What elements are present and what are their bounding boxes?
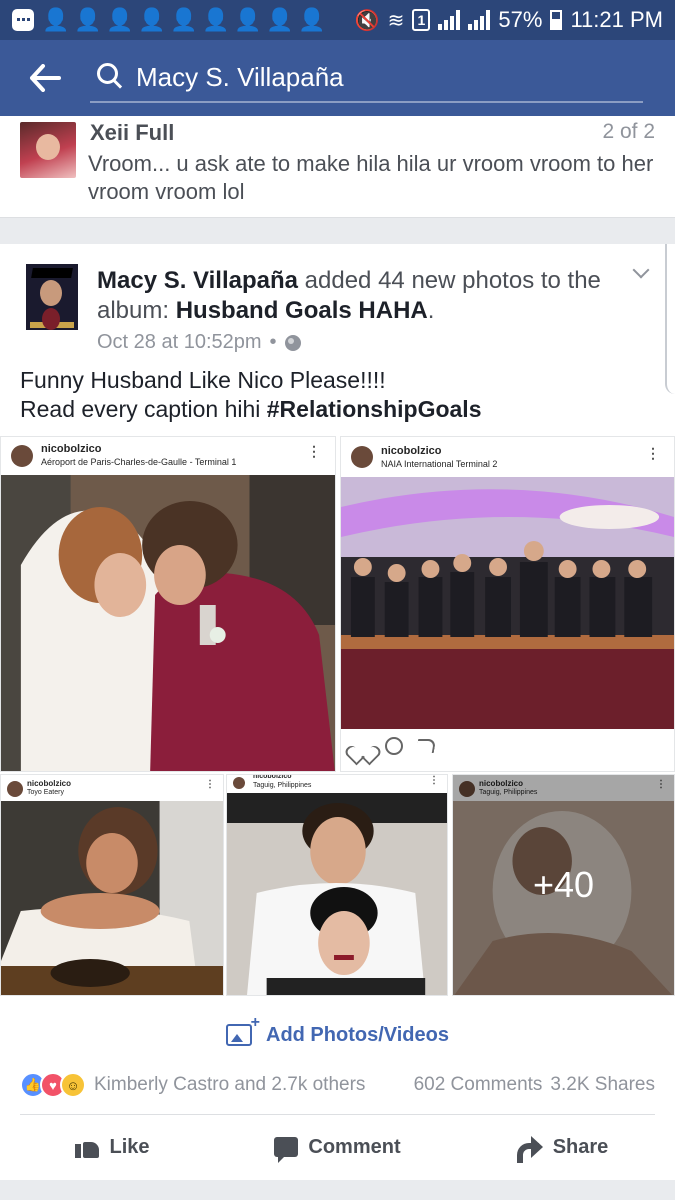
- friend-request-icon: 👤: [266, 7, 294, 32]
- add-photo-icon: [226, 1014, 260, 1046]
- avatar: [351, 446, 373, 468]
- share-button[interactable]: Share: [450, 1135, 675, 1163]
- divider: [20, 1114, 655, 1115]
- photo-username: nicobolzico: [27, 779, 71, 788]
- photo-tile[interactable]: nicobolzico Taguig, Philippines ⋮: [226, 774, 448, 996]
- friend-request-icon: 👤: [234, 7, 262, 32]
- reaction-icons[interactable]: 👍 ♥ ☺: [20, 1072, 86, 1098]
- add-photos-button[interactable]: Add Photos/Videos: [0, 1014, 675, 1050]
- hashtag-link[interactable]: #RelationshipGoals: [267, 396, 482, 422]
- photo-location: Aéroport de Paris-Charles-de-Gaulle - Te…: [41, 457, 237, 467]
- comment-label: Comment: [308, 1135, 401, 1158]
- more-options-icon: ⋮: [429, 775, 439, 786]
- reactions-summary[interactable]: Kimberly Castro and 2.7k others: [94, 1074, 365, 1096]
- avatar: [11, 445, 33, 467]
- post-timestamp[interactable]: Oct 28 at 10:52pm: [97, 331, 262, 354]
- friend-request-icon: 👤: [74, 7, 102, 32]
- globe-icon: [284, 334, 301, 351]
- signal-icon: [468, 10, 491, 30]
- more-options-icon: ⋮: [205, 779, 215, 790]
- post-action-bar: Like Comment Share: [0, 1124, 675, 1170]
- search-bar[interactable]: Macy S. Villapaña: [90, 53, 643, 103]
- back-arrow-icon: [30, 64, 61, 92]
- avatar[interactable]: [26, 264, 78, 330]
- photo-location: Taguig, Philippines: [253, 782, 312, 789]
- more-photos-overlay[interactable]: +40: [453, 775, 674, 995]
- friend-request-icon: 👤: [202, 7, 230, 32]
- battery-percent: 57%: [498, 7, 543, 32]
- search-input[interactable]: Macy S. Villapaña: [136, 62, 344, 93]
- photo-image: [1, 475, 335, 771]
- comment-preview[interactable]: Xeii Full 2 of 2 Vroom... u ask ate to m…: [0, 116, 675, 218]
- post-card: Macy S. Villapaña added 44 new photos to…: [0, 244, 675, 1180]
- separator: •: [269, 331, 277, 353]
- photo-image: [341, 477, 674, 729]
- back-button[interactable]: [0, 40, 90, 116]
- caption-line-1: Funny Husband Like Nico Please!!!!: [20, 367, 386, 393]
- thumbs-up-icon: [75, 1136, 100, 1158]
- heart-icon: [353, 738, 371, 754]
- messenger-notification-icon: [12, 9, 34, 31]
- comment-text: Vroom... u ask ate to make hila hila ur …: [88, 151, 654, 204]
- share-arrow-icon: [516, 1136, 543, 1163]
- reactions-row: 👍 ♥ ☺ Kimberly Castro and 2.7k others 60…: [20, 1070, 655, 1100]
- more-options-icon: ⋮: [307, 443, 321, 459]
- post-meta: Oct 28 at 10:52pm •: [97, 331, 301, 354]
- photo-location: Toyo Eatery: [27, 789, 64, 796]
- shares-count[interactable]: 3.2K Shares: [550, 1074, 655, 1096]
- friend-request-icon: 👤: [170, 7, 198, 32]
- friend-request-icon: 👤: [106, 7, 134, 32]
- friend-request-icon: 👤: [42, 7, 70, 32]
- status-bar: 👤 👤 👤 👤 👤 👤 👤 👤 👤 🔇 ≋ 1 57% 11:21 PM: [0, 0, 675, 40]
- chevron-down-icon[interactable]: [632, 264, 652, 284]
- signal-icon: [438, 10, 461, 30]
- caption-line-2: Read every caption hihi: [20, 396, 267, 422]
- photo-tile[interactable]: nicobolzico Taguig, Philippines ⋮ +40: [452, 774, 675, 996]
- haha-reaction-icon: ☺: [60, 1072, 86, 1098]
- photo-location: NAIA International Terminal 2: [381, 459, 498, 469]
- comment-icon: [385, 737, 403, 755]
- photo-username: nicobolzico: [253, 774, 292, 780]
- avatar[interactable]: [20, 122, 76, 178]
- battery-icon: [550, 10, 563, 30]
- like-label: Like: [109, 1135, 150, 1158]
- post-caption: Funny Husband Like Nico Please!!!! Read …: [20, 366, 481, 424]
- friend-request-icon: 👤: [298, 7, 326, 32]
- photo-image: [227, 793, 447, 995]
- clock: 11:21 PM: [570, 7, 663, 32]
- share-icon: [415, 739, 437, 753]
- instagram-actions: [353, 737, 437, 755]
- mute-icon: 🔇: [354, 9, 380, 32]
- photo-username: nicobolzico: [381, 445, 442, 457]
- more-options-icon: ⋮: [646, 445, 660, 461]
- photo-username: nicobolzico: [41, 443, 102, 455]
- comment-bubble-icon: [274, 1137, 299, 1163]
- photo-image: [1, 801, 223, 995]
- notification-icons: 👤 👤 👤 👤 👤 👤 👤 👤 👤: [12, 7, 326, 32]
- post-author[interactable]: Macy S. Villapaña: [97, 267, 298, 294]
- period: .: [427, 297, 435, 324]
- album-link[interactable]: Husband Goals HAHA: [176, 297, 428, 324]
- sim-icon: 1: [412, 9, 431, 31]
- friend-request-icon: 👤: [138, 7, 166, 32]
- photo-tile[interactable]: nicobolzico Aéroport de Paris-Charles-de…: [0, 436, 336, 772]
- search-header: Macy S. Villapaña: [0, 40, 675, 116]
- share-label: Share: [552, 1135, 609, 1158]
- search-icon: [94, 60, 128, 94]
- photo-tile[interactable]: nicobolzico Toyo Eatery ⋮: [0, 774, 224, 996]
- comment-button[interactable]: Comment: [225, 1135, 450, 1163]
- wifi-icon: ≋: [387, 9, 405, 32]
- comments-count[interactable]: 602 Comments: [414, 1074, 543, 1096]
- comment-position: 2 of 2: [602, 120, 655, 143]
- comment-author[interactable]: Xeii Full: [90, 120, 174, 146]
- like-button[interactable]: Like: [0, 1136, 225, 1159]
- post-headline: Macy S. Villapaña added 44 new photos to…: [97, 266, 617, 326]
- avatar: [233, 777, 245, 789]
- avatar: [7, 781, 23, 797]
- photo-tile[interactable]: nicobolzico NAIA International Terminal …: [340, 436, 675, 772]
- scroll-edge: [665, 244, 675, 394]
- add-photos-label: Add Photos/Videos: [266, 1023, 449, 1046]
